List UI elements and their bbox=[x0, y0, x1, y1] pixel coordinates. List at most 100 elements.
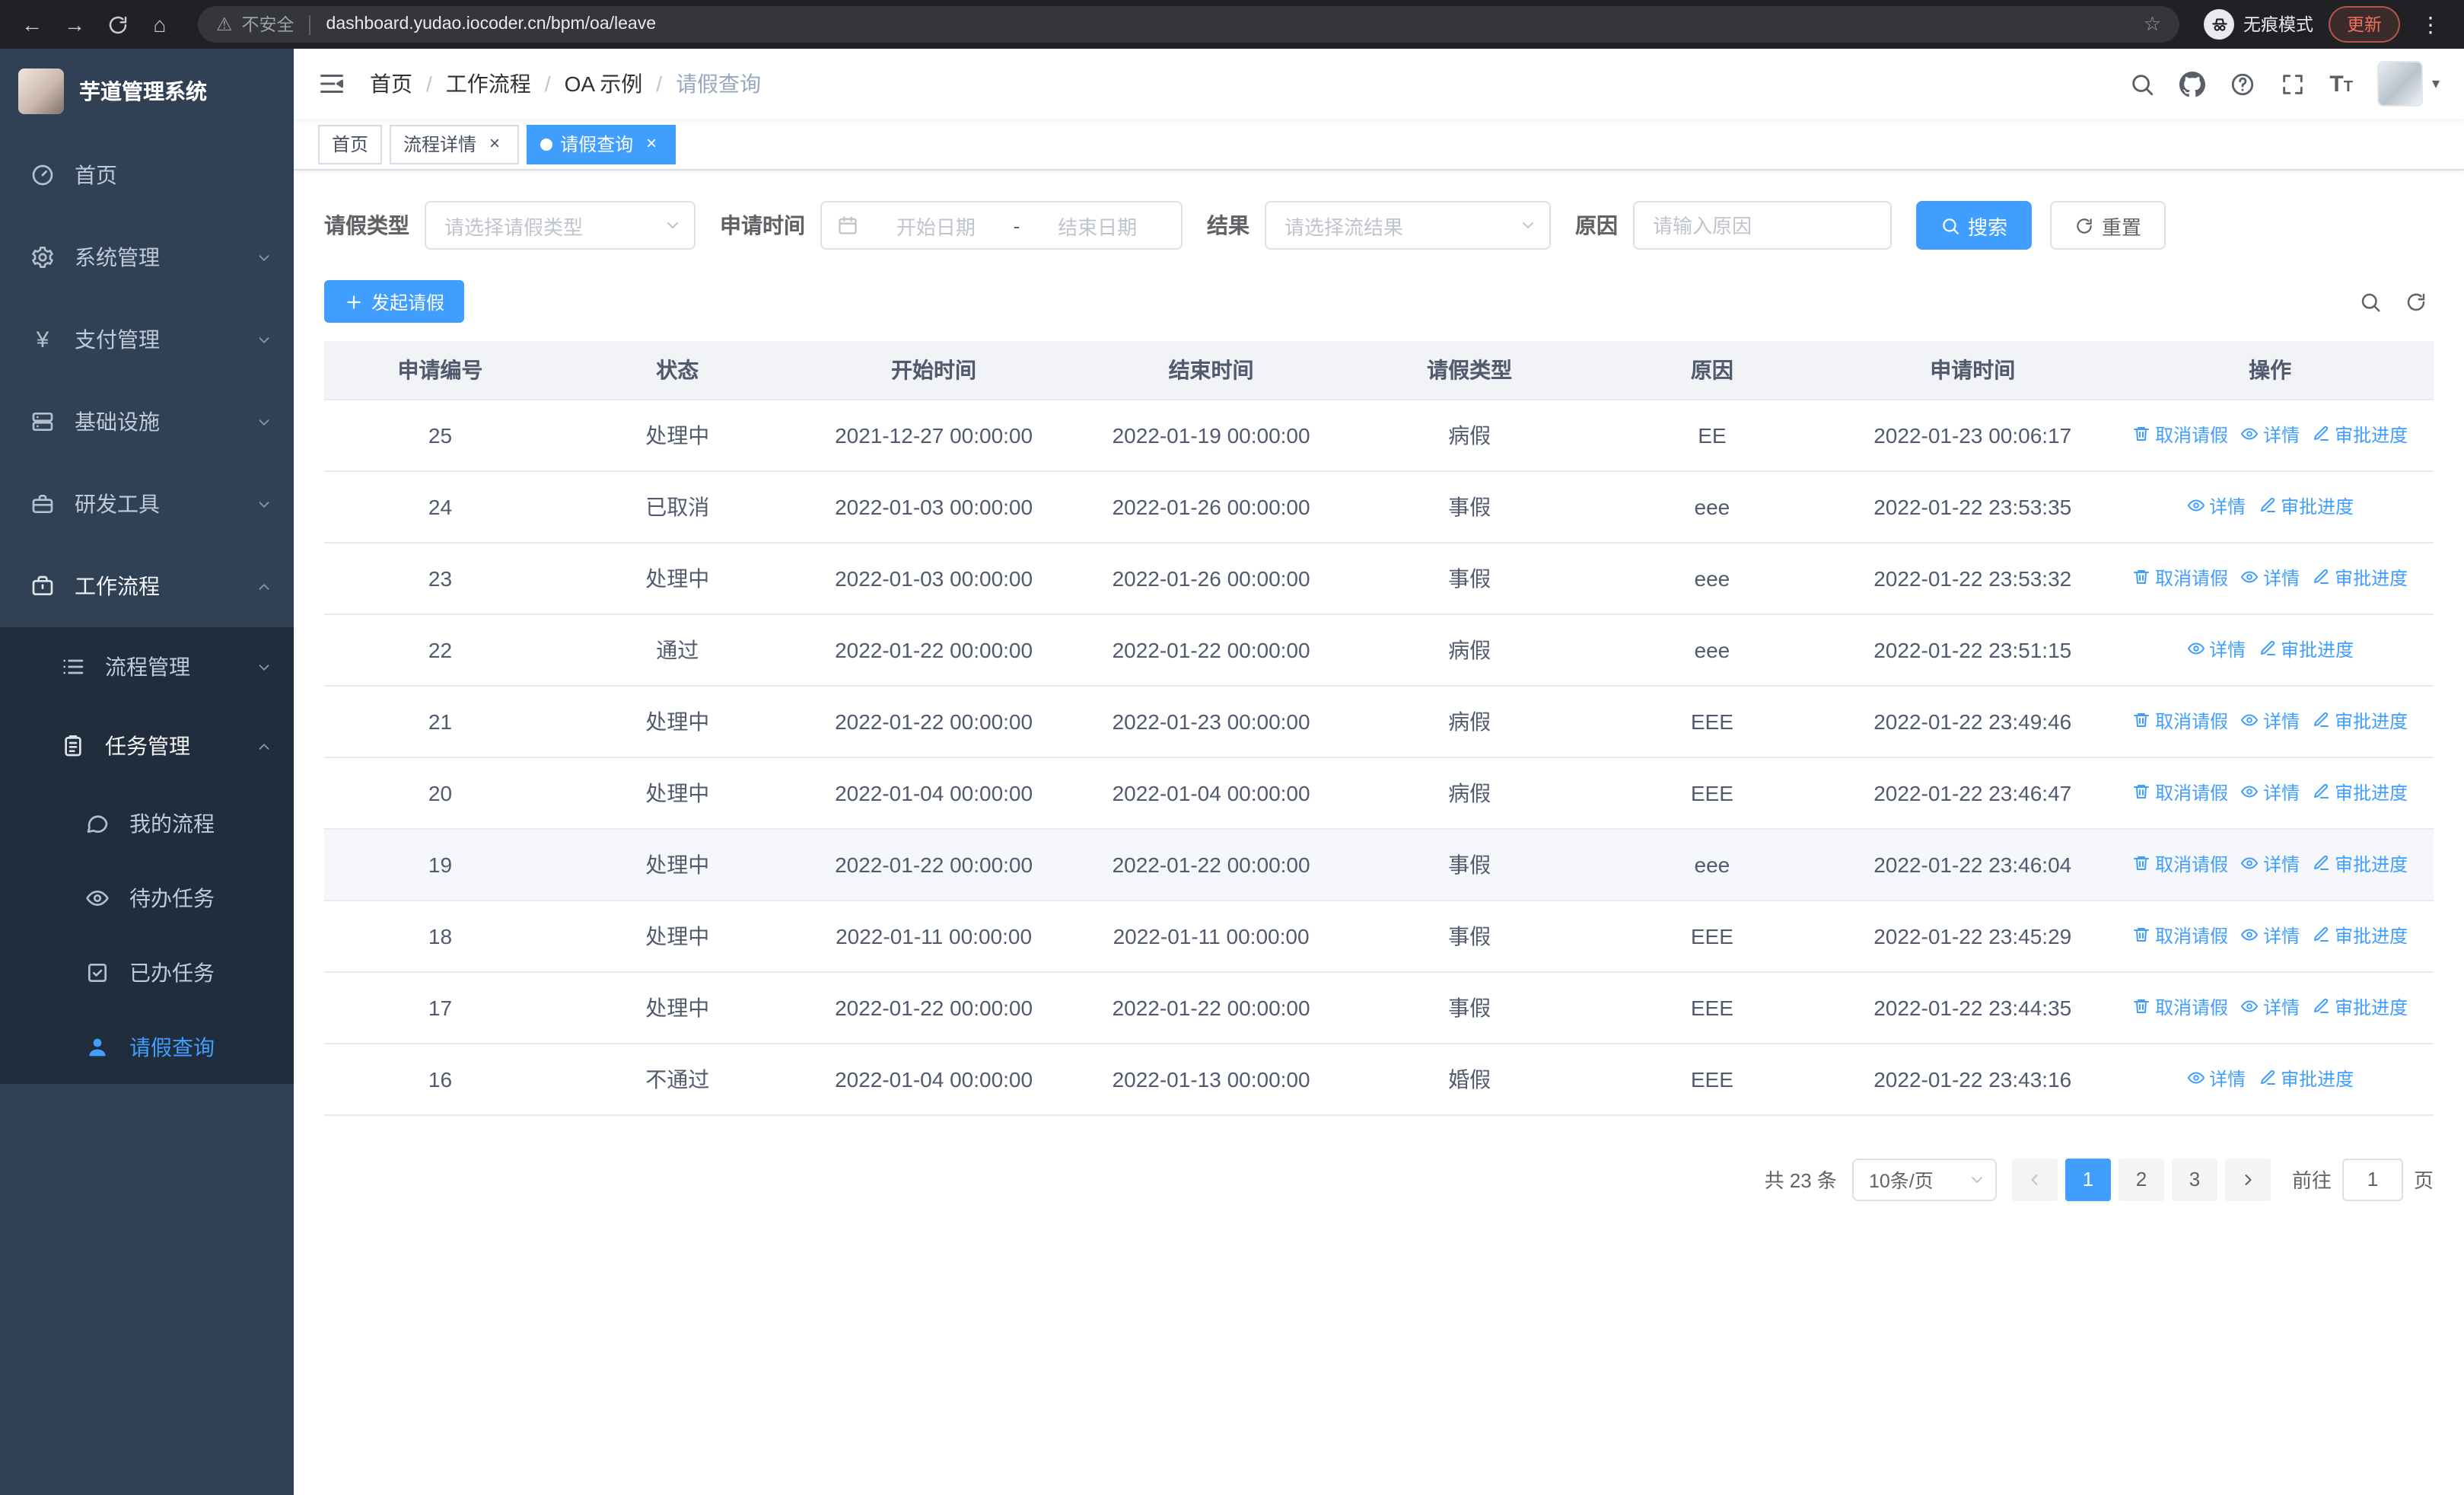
action-progress-link[interactable]: 审批进度 bbox=[2312, 422, 2408, 448]
sidebar-item-leave-query[interactable]: 请假查询 bbox=[0, 1009, 294, 1084]
sidebar-item-workflow[interactable]: 工作流程 bbox=[0, 545, 294, 627]
sidebar-item-dev-tools[interactable]: 研发工具 bbox=[0, 463, 294, 545]
prev-page-button[interactable] bbox=[2011, 1158, 2058, 1200]
column-header: 状态 bbox=[556, 341, 799, 400]
action-detail-link[interactable]: 详情 bbox=[2240, 779, 2300, 805]
page-button-2[interactable]: 2 bbox=[2118, 1158, 2164, 1200]
total-count: 共 23 条 bbox=[1764, 1169, 1837, 1192]
tab-leave-query[interactable]: 请假查询 × bbox=[527, 124, 676, 164]
back-icon[interactable]: ← bbox=[12, 5, 52, 44]
action-label: 详情 bbox=[2263, 782, 2300, 804]
help-icon[interactable] bbox=[2229, 71, 2255, 97]
action-cancel-link[interactable]: 取消请假 bbox=[2132, 708, 2228, 734]
toggle-search-icon[interactable] bbox=[2359, 290, 2382, 313]
action-detail-link[interactable]: 详情 bbox=[2240, 422, 2300, 448]
breadcrumb-item[interactable]: 工作流程 bbox=[446, 69, 531, 99]
create-leave-button[interactable]: 发起请假 bbox=[324, 280, 465, 323]
user-menu[interactable]: ▾ bbox=[2376, 61, 2440, 107]
close-icon[interactable]: × bbox=[484, 132, 505, 155]
action-progress-link[interactable]: 审批进度 bbox=[2312, 851, 2408, 877]
toolbox-icon bbox=[30, 492, 55, 516]
action-progress-link[interactable]: 审批进度 bbox=[2312, 565, 2408, 591]
reload-icon[interactable] bbox=[97, 5, 137, 44]
chevron-up-icon bbox=[256, 578, 272, 594]
refresh-table-icon[interactable] bbox=[2405, 290, 2427, 313]
action-detail-link[interactable]: 详情 bbox=[2240, 565, 2300, 591]
sidebar-item-home[interactable]: 首页 bbox=[0, 134, 294, 216]
reason-input[interactable] bbox=[1653, 214, 1872, 237]
action-detail-link[interactable]: 详情 bbox=[2240, 708, 2300, 734]
page-size-select[interactable]: 10条/页 bbox=[1851, 1158, 1997, 1200]
forward-icon[interactable]: → bbox=[55, 5, 94, 44]
sidebar-item-done-tasks[interactable]: 已办任务 bbox=[0, 935, 294, 1009]
date-separator: - bbox=[1013, 214, 1020, 237]
action-progress-link[interactable]: 审批进度 bbox=[2312, 994, 2408, 1020]
table-cell: 事假 bbox=[1353, 542, 1586, 614]
address-bar[interactable]: ⚠ 不安全 dashboard.yudao.iocoder.cn/bpm/oa/… bbox=[198, 6, 2179, 43]
action-detail-link[interactable]: 详情 bbox=[2240, 851, 2300, 877]
breadcrumb-item[interactable]: 首页 bbox=[370, 69, 412, 99]
fullscreen-icon[interactable] bbox=[2279, 71, 2305, 97]
row-actions: 详情 审批进度 bbox=[2106, 470, 2434, 543]
action-progress-link[interactable]: 审批进度 bbox=[2258, 493, 2354, 519]
action-detail-link[interactable]: 详情 bbox=[2240, 994, 2300, 1020]
home-icon[interactable]: ⌂ bbox=[140, 5, 180, 44]
chevron-down-icon bbox=[256, 413, 272, 430]
action-progress-link[interactable]: 审批进度 bbox=[2312, 779, 2408, 805]
tab-process-detail[interactable]: 流程详情 × bbox=[390, 124, 520, 164]
page-button-1[interactable]: 1 bbox=[2064, 1158, 2111, 1200]
table-cell: 2022-01-11 00:00:00 bbox=[1068, 900, 1354, 972]
sidebar-item-label: 待办任务 bbox=[129, 885, 215, 910]
bookmark-star-icon[interactable]: ☆ bbox=[2144, 12, 2161, 37]
action-detail-link[interactable]: 详情 bbox=[2186, 1066, 2246, 1092]
action-cancel-link[interactable]: 取消请假 bbox=[2132, 851, 2228, 877]
action-progress-link[interactable]: 审批进度 bbox=[2312, 708, 2408, 734]
sidebar-item-label: 工作流程 bbox=[75, 574, 160, 598]
leave-type-select[interactable]: 请选择请假类型 bbox=[425, 201, 696, 250]
action-detail-link[interactable]: 详情 bbox=[2240, 923, 2300, 948]
action-cancel-link[interactable]: 取消请假 bbox=[2132, 994, 2228, 1020]
filter-result: 结果 请选择流结果 bbox=[1207, 201, 1551, 250]
column-header: 申请编号 bbox=[324, 341, 556, 400]
page-button-3[interactable]: 3 bbox=[2171, 1158, 2217, 1200]
github-icon[interactable] bbox=[2179, 71, 2205, 97]
result-placeholder: 请选择流结果 bbox=[1285, 215, 1404, 238]
collapse-sidebar-icon[interactable] bbox=[318, 70, 345, 97]
chevron-down-icon bbox=[256, 249, 272, 266]
action-cancel-link[interactable]: 取消请假 bbox=[2132, 422, 2228, 448]
action-cancel-link[interactable]: 取消请假 bbox=[2132, 779, 2228, 805]
breadcrumb-item[interactable]: OA 示例 bbox=[565, 69, 643, 99]
action-progress-link[interactable]: 审批进度 bbox=[2312, 923, 2408, 948]
date-range-picker[interactable]: 开始日期 - 结束日期 bbox=[820, 201, 1183, 250]
font-size-icon[interactable]: TT bbox=[2329, 72, 2353, 95]
result-label: 结果 bbox=[1207, 213, 1250, 237]
search-icon[interactable] bbox=[2128, 71, 2154, 97]
goto-page-input[interactable] bbox=[2341, 1158, 2403, 1200]
leave-table: 申请编号 状态 开始时间 结束时间 请假类型 原因 申请时间 操作 25 处理中 2021-12-… bbox=[324, 341, 2434, 1115]
result-select[interactable]: 请选择流结果 bbox=[1265, 201, 1551, 250]
sidebar-item-infrastructure[interactable]: 基础设施 bbox=[0, 381, 294, 463]
sidebar-item-task-management[interactable]: 任务管理 bbox=[0, 706, 294, 786]
tab-home[interactable]: 首页 bbox=[318, 124, 383, 164]
action-detail-link[interactable]: 详情 bbox=[2186, 636, 2246, 662]
action-progress-link[interactable]: 审批进度 bbox=[2258, 636, 2354, 662]
sidebar-item-todo-tasks[interactable]: 待办任务 bbox=[0, 860, 294, 935]
sidebar-item-payment-management[interactable]: ¥ 支付管理 bbox=[0, 298, 294, 381]
delete-icon bbox=[2132, 998, 2150, 1016]
action-cancel-link[interactable]: 取消请假 bbox=[2132, 923, 2228, 948]
sidebar-item-system-management[interactable]: 系统管理 bbox=[0, 216, 294, 298]
more-menu-icon[interactable]: ⋮ bbox=[2415, 11, 2446, 37]
close-icon[interactable]: × bbox=[641, 132, 662, 155]
edit-icon bbox=[2258, 497, 2276, 515]
search-button[interactable]: 搜索 bbox=[1916, 201, 2033, 250]
action-cancel-link[interactable]: 取消请假 bbox=[2132, 565, 2228, 591]
row-actions: 取消请假 详情 审批进度 bbox=[2106, 971, 2434, 1044]
update-button[interactable]: 更新 bbox=[2329, 6, 2400, 43]
refresh-icon bbox=[2074, 215, 2094, 235]
reset-button[interactable]: 重置 bbox=[2050, 201, 2166, 250]
sidebar-item-process-management[interactable]: 流程管理 bbox=[0, 627, 294, 706]
sidebar-item-my-process[interactable]: 我的流程 bbox=[0, 786, 294, 860]
action-detail-link[interactable]: 详情 bbox=[2186, 493, 2246, 519]
next-page-button[interactable] bbox=[2224, 1158, 2271, 1200]
action-progress-link[interactable]: 审批进度 bbox=[2258, 1066, 2354, 1092]
